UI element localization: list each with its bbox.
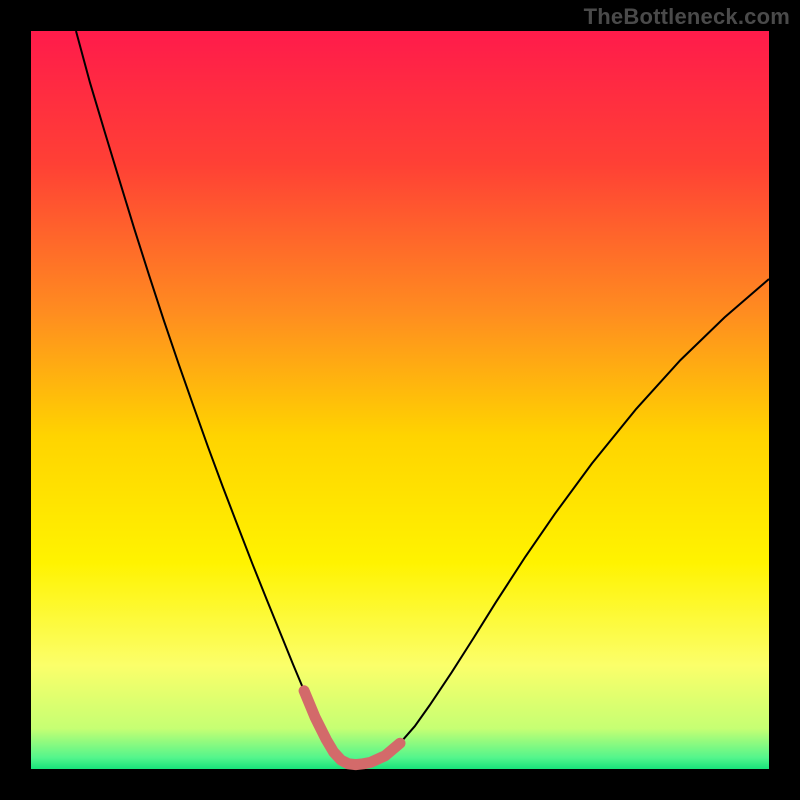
bottleneck-chart [0,0,800,800]
plot-panel [31,31,769,769]
watermark-text: TheBottleneck.com [584,4,790,30]
chart-stage: TheBottleneck.com [0,0,800,800]
